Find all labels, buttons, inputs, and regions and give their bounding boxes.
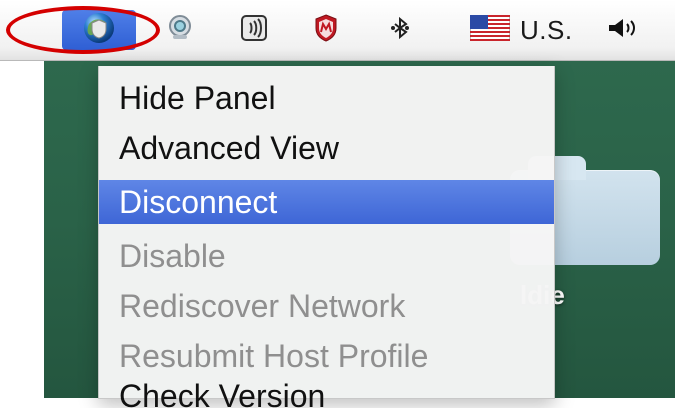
webcam-icon	[165, 13, 195, 48]
network-status-item[interactable]	[62, 10, 136, 50]
input-source-item[interactable]: U.S.	[469, 10, 585, 50]
menu-item-label: Disable	[119, 237, 226, 274]
menu-item-label: Disconnect	[119, 183, 278, 220]
menu-item-resubmit-host-profile: Resubmit Host Profile	[99, 334, 554, 378]
menu-item-hide-panel[interactable]: Hide Panel	[99, 76, 554, 120]
menu-item-label: Advanced View	[119, 129, 339, 166]
menu-item-disconnect[interactable]: Disconnect	[99, 180, 554, 224]
menu-item-advanced-view[interactable]: Advanced View	[99, 126, 554, 170]
menu-item-rediscover-network: Rediscover Network	[99, 284, 554, 328]
bluetooth-icon	[387, 15, 413, 46]
dropdown-menu: Hide Panel Advanced View Disconnect Disa…	[98, 66, 555, 408]
menu-item-label: Resubmit Host Profile	[119, 337, 429, 374]
audio-badge-item[interactable]	[232, 10, 276, 50]
mcafee-shield-icon	[311, 13, 341, 48]
menu-item-check-version[interactable]: Check Version	[99, 378, 554, 408]
menu-item-disable: Disable	[99, 234, 554, 278]
webcam-item[interactable]	[158, 10, 202, 50]
menu-item-label: Hide Panel	[119, 79, 276, 116]
menu-item-label: Rediscover Network	[119, 287, 406, 324]
input-source-label: U.S.	[520, 14, 573, 45]
volume-icon	[607, 15, 641, 46]
menu-bar: U.S.	[0, 0, 675, 61]
us-flag-icon	[469, 14, 511, 46]
volume-item[interactable]	[602, 10, 646, 50]
bluetooth-item[interactable]	[382, 10, 418, 50]
globe-shield-icon	[82, 11, 116, 50]
audio-badge-icon	[239, 13, 269, 48]
mcafee-item[interactable]	[304, 10, 348, 50]
left-margin	[0, 60, 44, 398]
menu-item-label: Check Version	[119, 378, 326, 408]
